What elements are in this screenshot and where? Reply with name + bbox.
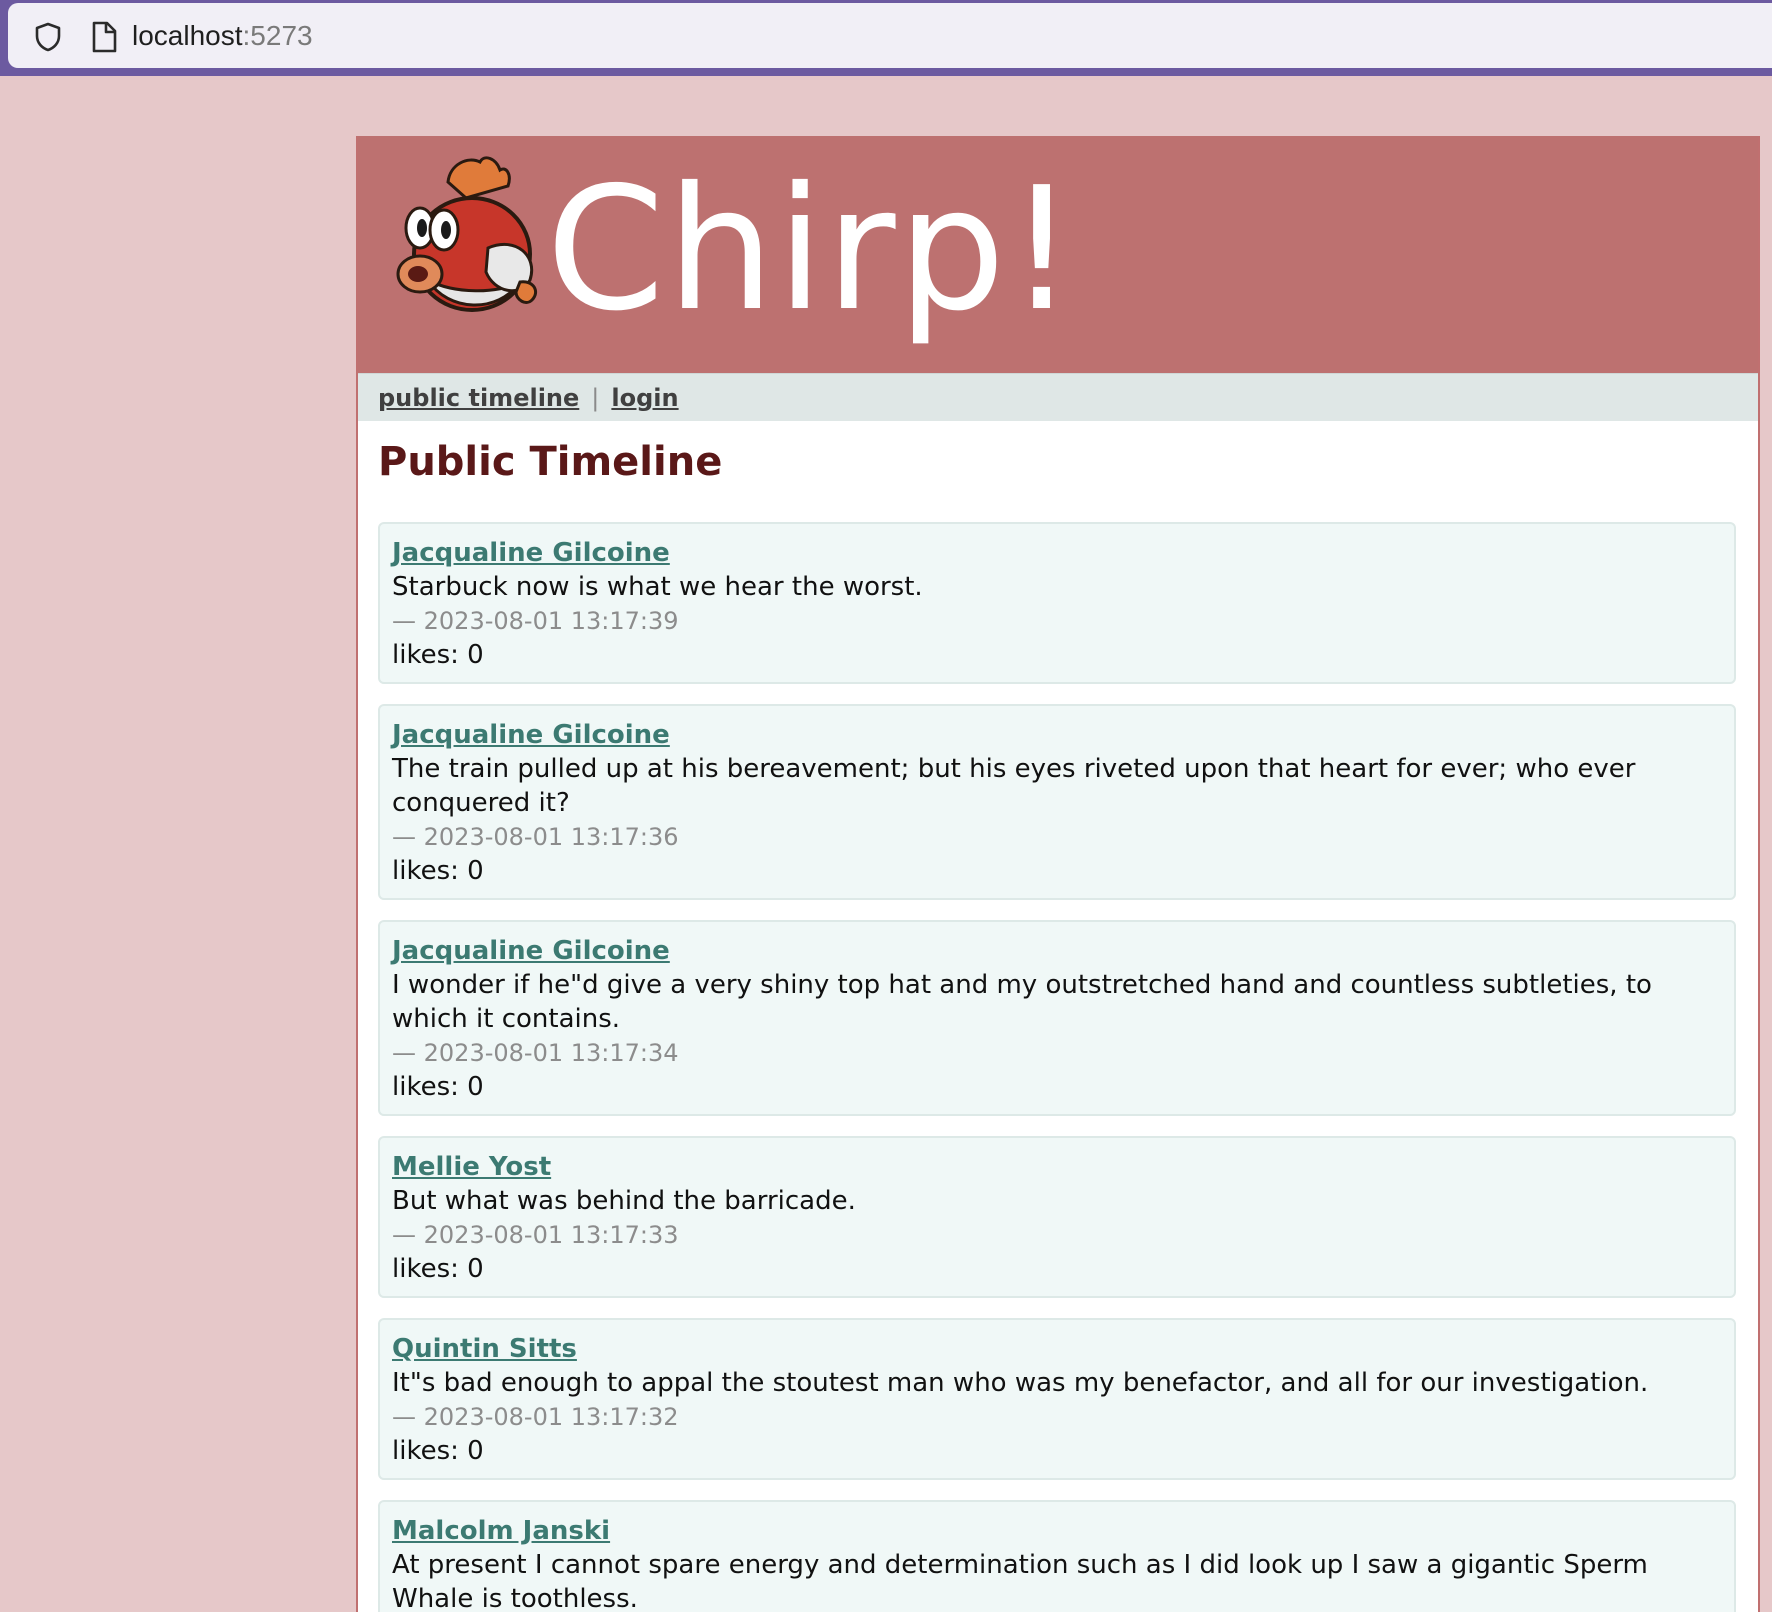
site-title: Chirp! xyxy=(546,151,1078,349)
post-text: The train pulled up at his bereavement; … xyxy=(392,754,1636,818)
post-timestamp: — 2023-08-01 13:17:33 xyxy=(392,1221,679,1249)
timeline-post: Jacqualine Gilcoine I wonder if he"d giv… xyxy=(378,920,1736,1116)
post-author-link[interactable]: Malcolm Janski xyxy=(392,1514,1722,1548)
post-text: Starbuck now is what we hear the worst. xyxy=(392,572,923,602)
timeline-post: Jacqualine Gilcoine The train pulled up … xyxy=(378,704,1736,900)
post-author-link[interactable]: Jacqualine Gilcoine xyxy=(392,536,1722,570)
post-author-link[interactable]: Jacqualine Gilcoine xyxy=(392,934,1722,968)
url-port: :5273 xyxy=(242,20,313,51)
nav-separator: | xyxy=(591,384,600,412)
post-likes: likes: 0 xyxy=(392,1436,484,1466)
nav-bar: public timeline | login xyxy=(358,373,1758,421)
nav-link-login[interactable]: login xyxy=(611,384,678,412)
post-text: But what was behind the barricade. xyxy=(392,1186,856,1216)
timeline-list: Jacqualine Gilcoine Starbuck now is what… xyxy=(378,522,1736,1612)
post-likes: likes: 0 xyxy=(392,856,484,886)
address-bar[interactable]: localhost:5273 xyxy=(8,3,1772,68)
post-author-link[interactable]: Mellie Yost xyxy=(392,1150,1722,1184)
post-timestamp: — 2023-08-01 13:17:36 xyxy=(392,823,679,851)
browser-toolbar: localhost:5273 xyxy=(0,0,1772,76)
timeline-post: Malcolm Janski At present I cannot spare… xyxy=(378,1500,1736,1612)
nav-link-public-timeline[interactable]: public timeline xyxy=(378,384,579,412)
post-timestamp: — 2023-08-01 13:17:32 xyxy=(392,1403,679,1431)
shield-icon[interactable] xyxy=(32,21,64,53)
url-text: localhost:5273 xyxy=(132,19,313,53)
page-title: Public Timeline xyxy=(378,439,723,485)
bird-logo-icon xyxy=(396,156,537,312)
post-likes: likes: 0 xyxy=(392,640,484,670)
timeline-post: Quintin Sitts It"s bad enough to appal t… xyxy=(378,1318,1736,1480)
site-header: Chirp! xyxy=(358,136,1758,373)
post-likes: likes: 0 xyxy=(392,1072,484,1102)
timeline-post: Jacqualine Gilcoine Starbuck now is what… xyxy=(378,522,1736,684)
page-container: Chirp! public timeline | login Public Time… xyxy=(356,136,1760,1612)
page-icon xyxy=(92,21,117,53)
post-timestamp: — 2023-08-01 13:17:39 xyxy=(392,607,679,635)
url-host: localhost xyxy=(132,20,243,51)
post-text: It"s bad enough to appal the stoutest ma… xyxy=(392,1368,1649,1398)
post-author-link[interactable]: Quintin Sitts xyxy=(392,1332,1722,1366)
timeline-post: Mellie Yost But what was behind the barr… xyxy=(378,1136,1736,1298)
post-likes: likes: 0 xyxy=(392,1254,484,1284)
post-timestamp: — 2023-08-01 13:17:34 xyxy=(392,1039,679,1067)
post-author-link[interactable]: Jacqualine Gilcoine xyxy=(392,718,1722,752)
post-text: I wonder if he"d give a very shiny top h… xyxy=(392,970,1652,1034)
post-text: At present I cannot spare energy and det… xyxy=(392,1550,1648,1612)
